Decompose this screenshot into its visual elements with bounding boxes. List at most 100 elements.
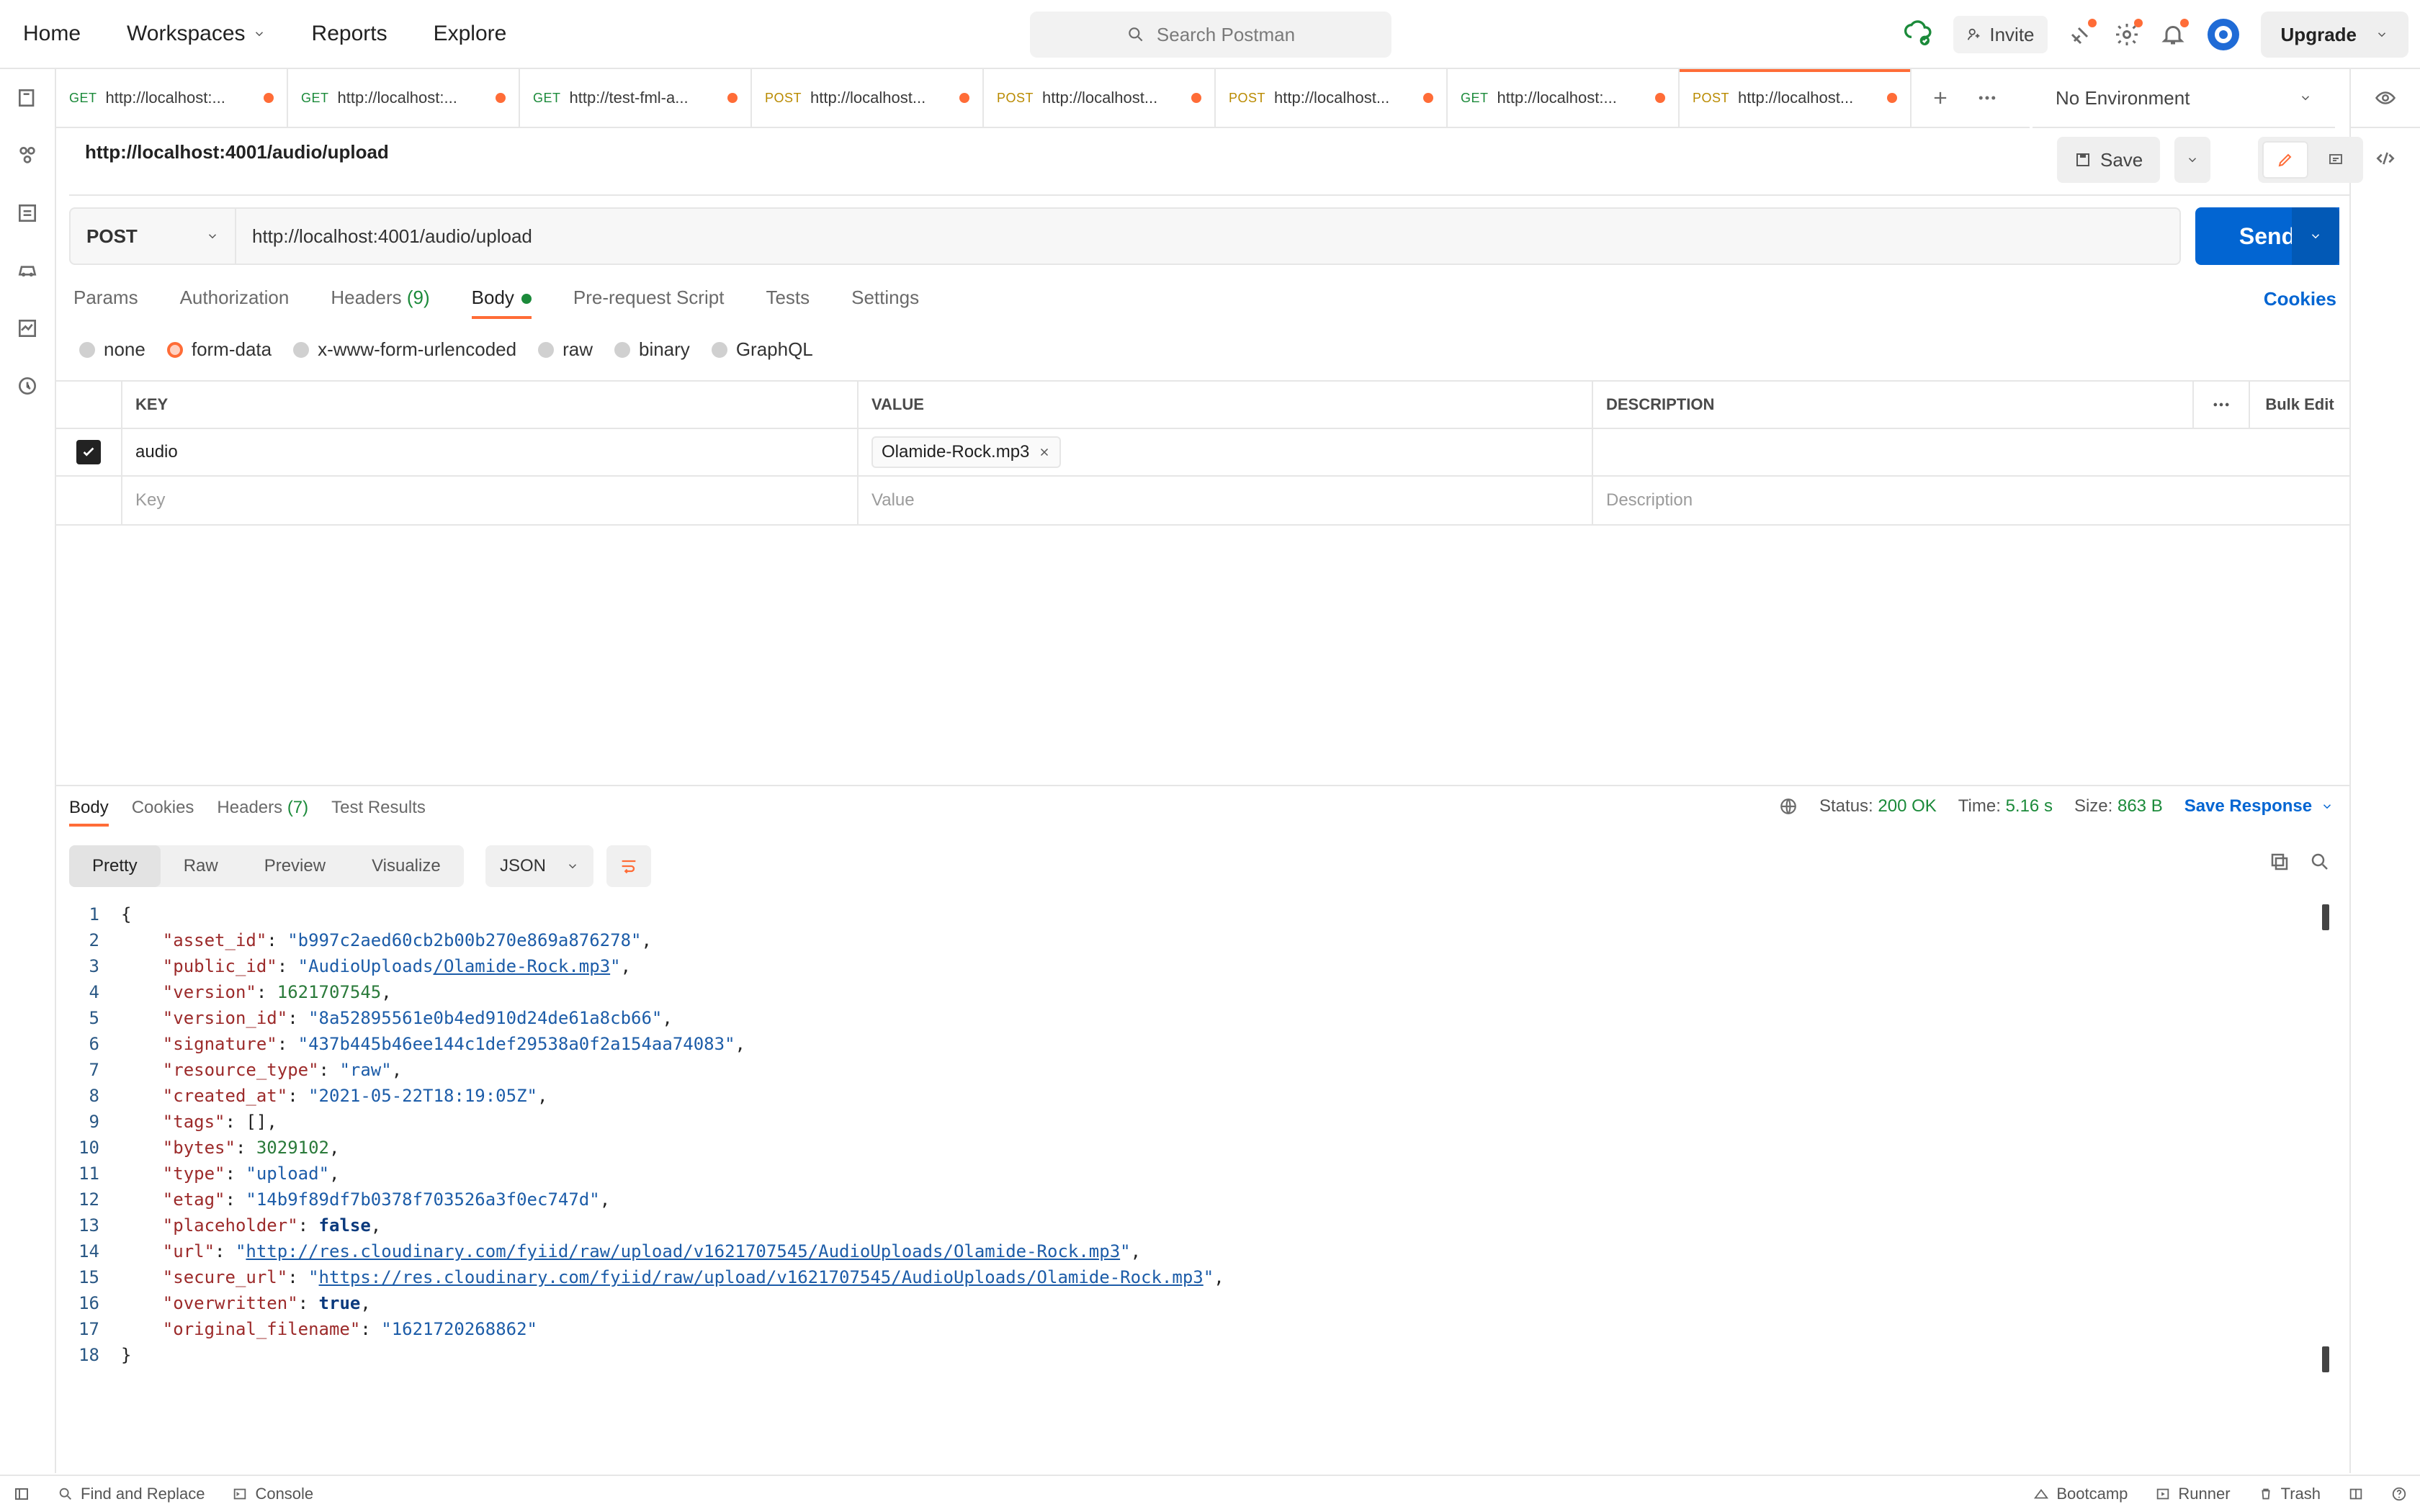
- tab-body[interactable]: Body: [471, 287, 532, 319]
- sidebar-toggle-icon[interactable]: [13, 1485, 30, 1503]
- console-button[interactable]: Console: [232, 1485, 313, 1503]
- format-select[interactable]: JSON: [485, 845, 593, 887]
- code-line: 14 "url": "http://res.cloudinary.com/fyi…: [79, 1241, 1142, 1261]
- radio-urlencoded[interactable]: x-www-form-urlencoded: [293, 338, 516, 361]
- nav-workspaces[interactable]: Workspaces: [127, 22, 266, 46]
- save-button[interactable]: Save: [2057, 137, 2161, 183]
- description-placeholder[interactable]: Description: [1593, 477, 2349, 524]
- description-cell[interactable]: [1593, 429, 2349, 475]
- code-line: 2 "asset_id": "b997c2aed60cb2b00b270e869…: [89, 930, 652, 950]
- mock-servers-icon[interactable]: [0, 242, 55, 300]
- tab-authorization[interactable]: Authorization: [180, 287, 290, 319]
- tab-headers[interactable]: Headers (9): [331, 287, 429, 319]
- save-options-button[interactable]: [2174, 137, 2211, 183]
- row-check[interactable]: [56, 429, 122, 475]
- trash-button[interactable]: Trash: [2258, 1485, 2321, 1503]
- layout-icon[interactable]: [2348, 1486, 2364, 1502]
- viewer-raw[interactable]: Raw: [161, 845, 241, 887]
- nav-explore[interactable]: Explore: [434, 22, 507, 46]
- tab-request[interactable]: GET http://localhost:...: [288, 69, 520, 127]
- url-input[interactable]: http://localhost:4001/audio/upload: [236, 207, 2181, 265]
- key-cell[interactable]: audio: [122, 429, 859, 475]
- radio-form-data[interactable]: form-data: [166, 338, 272, 361]
- tab-request[interactable]: GET http://localhost:...: [56, 69, 288, 127]
- tab-request[interactable]: POST http://localhost...: [752, 69, 984, 127]
- cookies-link[interactable]: Cookies: [2264, 288, 2336, 310]
- code-line: 5 "version_id": "8a52895561e0b4ed910d24d…: [89, 1008, 673, 1028]
- history-icon[interactable]: [0, 357, 55, 415]
- table-more[interactable]: [2194, 382, 2250, 428]
- value-cell[interactable]: Olamide-Rock.mp3: [859, 429, 1593, 475]
- response-scrollbar[interactable]: [2322, 904, 2329, 1466]
- search-input[interactable]: Search Postman: [1030, 12, 1392, 58]
- method-select[interactable]: POST: [69, 207, 236, 265]
- radio-raw[interactable]: raw: [538, 338, 593, 361]
- response-tab-headers[interactable]: Headers (7): [217, 798, 308, 827]
- runner-button[interactable]: Runner: [2155, 1485, 2231, 1503]
- key-placeholder[interactable]: Key: [122, 477, 859, 524]
- send-options-button[interactable]: [2292, 207, 2339, 265]
- response-tab-tests[interactable]: Test Results: [331, 798, 426, 827]
- comments-button[interactable]: [2313, 141, 2359, 179]
- satellite-icon[interactable]: [2068, 19, 2097, 48]
- avatar[interactable]: [2206, 17, 2241, 52]
- viewer-preview[interactable]: Preview: [241, 845, 349, 887]
- checkbox-checked[interactable]: [76, 440, 101, 464]
- collections-icon[interactable]: [0, 69, 55, 127]
- tab-settings[interactable]: Settings: [851, 287, 919, 319]
- request-title: http://localhost:4001/audio/upload: [85, 141, 389, 163]
- response-tab-body[interactable]: Body: [69, 798, 109, 827]
- find-replace-button[interactable]: Find and Replace: [58, 1485, 205, 1503]
- request-divider: [69, 194, 2351, 196]
- form-data-table: KEY VALUE DESCRIPTION Bulk Edit audio Ol…: [56, 380, 2349, 526]
- plus-icon[interactable]: [1930, 88, 1950, 108]
- tab-request[interactable]: POST http://localhost...: [984, 69, 1216, 127]
- sync-icon[interactable]: [1904, 20, 1933, 49]
- radio-graphql[interactable]: GraphQL: [711, 338, 813, 361]
- search-icon: [1126, 25, 1145, 44]
- bootcamp-button[interactable]: Bootcamp: [2033, 1485, 2128, 1503]
- chevron-down-icon: [566, 860, 579, 873]
- response-tab-cookies[interactable]: Cookies: [132, 798, 194, 827]
- nav-reports[interactable]: Reports: [312, 22, 387, 46]
- tab-request[interactable]: POST http://localhost...: [1216, 69, 1448, 127]
- file-chip[interactable]: Olamide-Rock.mp3: [871, 436, 1062, 468]
- environments-icon[interactable]: [0, 184, 55, 242]
- monitors-icon[interactable]: [0, 300, 55, 357]
- gear-icon[interactable]: [2114, 19, 2143, 48]
- tab-prerequest[interactable]: Pre-request Script: [573, 287, 725, 319]
- environment-select[interactable]: No Environment: [2033, 69, 2335, 128]
- help-icon[interactable]: [2391, 1486, 2407, 1502]
- header-check: [56, 382, 122, 428]
- more-icon[interactable]: [1976, 87, 1998, 109]
- search-icon[interactable]: [2309, 851, 2331, 873]
- nav-home[interactable]: Home: [23, 22, 81, 46]
- unsaved-dot: [1887, 93, 1897, 103]
- save-response-button[interactable]: Save Response: [2184, 796, 2334, 816]
- copy-icon[interactable]: [2269, 851, 2290, 873]
- tab-request-active[interactable]: POST http://localhost...: [1680, 69, 1912, 127]
- apis-icon[interactable]: [0, 127, 55, 184]
- bell-icon[interactable]: [2160, 19, 2189, 48]
- viewer-visualize[interactable]: Visualize: [349, 845, 464, 887]
- scroll-thumb-bottom[interactable]: [2322, 1346, 2329, 1372]
- upgrade-button[interactable]: Upgrade: [2260, 12, 2408, 58]
- runner-icon: [2155, 1486, 2171, 1502]
- value-placeholder[interactable]: Value: [859, 477, 1593, 524]
- notification-dot: [2133, 19, 2143, 27]
- request-subtabs: Params Authorization Headers (9) Body Pr…: [73, 287, 919, 319]
- edit-pencil-button[interactable]: [2262, 141, 2309, 179]
- environment-quick-look[interactable]: [2349, 69, 2420, 128]
- tab-request[interactable]: GET http://test-fml-a...: [520, 69, 752, 127]
- viewer-pretty[interactable]: Pretty: [69, 845, 161, 887]
- bulk-edit-button[interactable]: Bulk Edit: [2250, 382, 2349, 428]
- tab-tests[interactable]: Tests: [766, 287, 810, 319]
- tab-params[interactable]: Params: [73, 287, 138, 319]
- close-icon[interactable]: [1038, 446, 1051, 459]
- invite-button[interactable]: Invite: [1953, 16, 2048, 53]
- radio-binary[interactable]: binary: [614, 338, 690, 361]
- scroll-thumb-top[interactable]: [2322, 904, 2329, 930]
- tab-request[interactable]: GET http://localhost:...: [1448, 69, 1680, 127]
- wrap-lines-button[interactable]: [606, 845, 651, 887]
- radio-none[interactable]: none: [79, 338, 145, 361]
